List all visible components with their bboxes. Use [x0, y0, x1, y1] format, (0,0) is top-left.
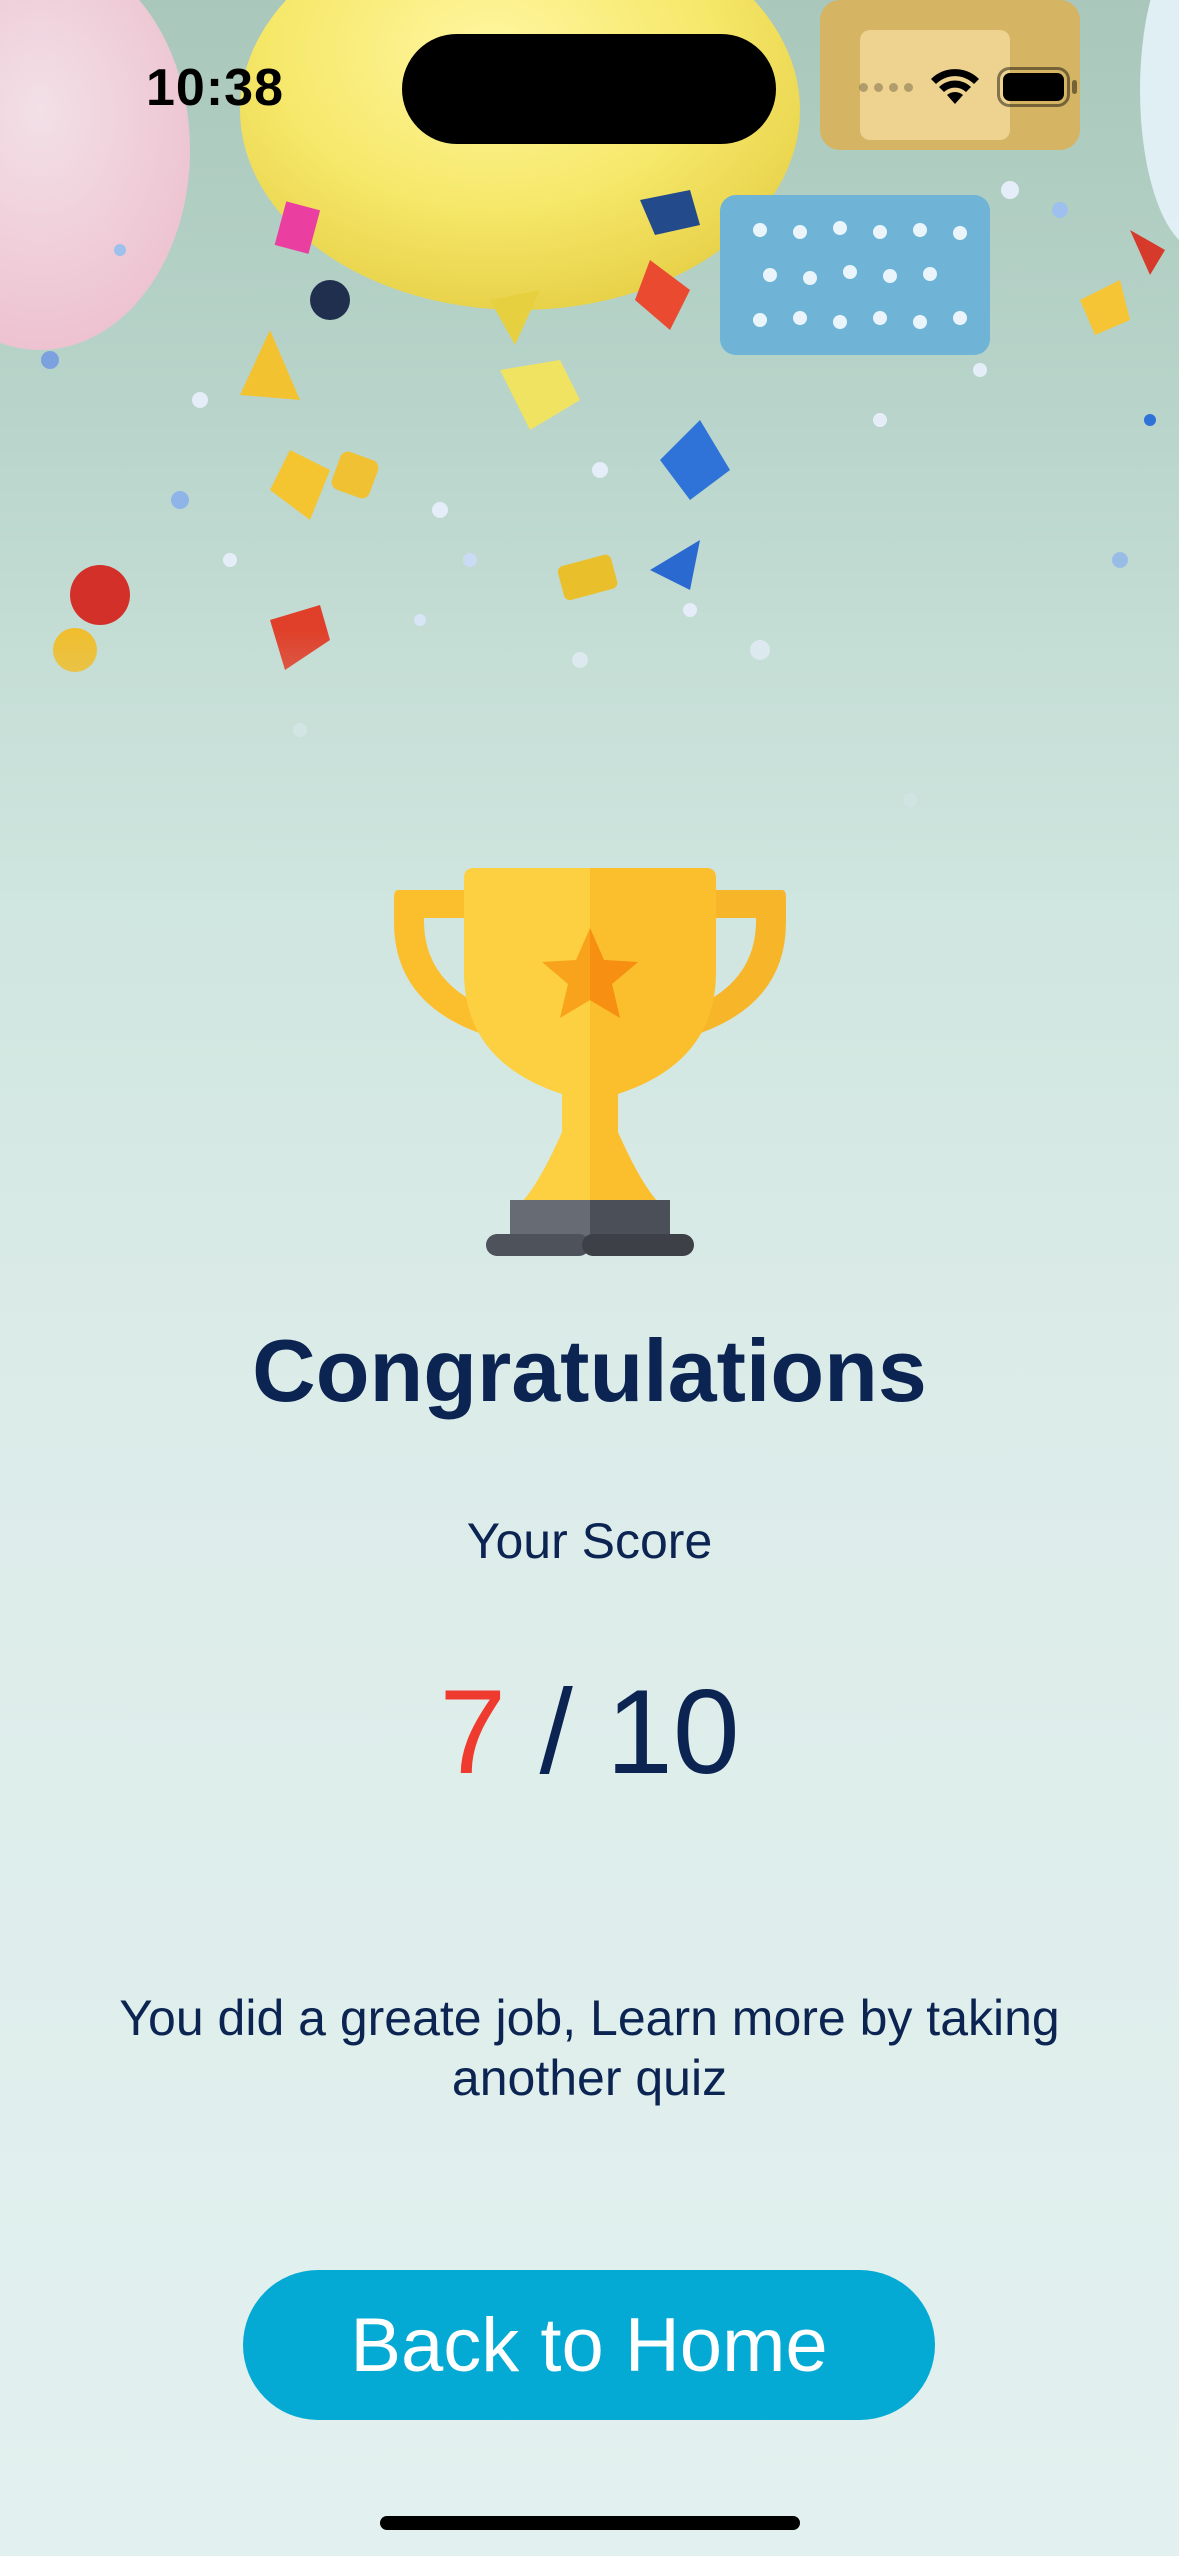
home-indicator[interactable] [380, 2516, 800, 2530]
score-earned: 7 [439, 1665, 507, 1799]
quiz-result-screen: 10:38 Congratulations Your Score 7 / 10 … [0, 0, 1179, 2556]
dynamic-island [402, 34, 776, 144]
score-label: Your Score [466, 1513, 713, 1569]
score-total: 10 [606, 1665, 740, 1799]
score-separator: / [506, 1665, 607, 1799]
congratulations-title: Congratulations [252, 1321, 927, 1420]
status-icons [859, 62, 1079, 112]
score-display: 7 / 10 [0, 1672, 1179, 1792]
wifi-icon [931, 69, 979, 104]
status-time: 10:38 [146, 59, 284, 117]
encouragement-message: You did a greate job, Learn more by taki… [119, 1990, 1060, 2106]
status-bar: 10:38 [0, 0, 1179, 160]
trophy-icon [394, 868, 786, 1256]
battery-icon [997, 67, 1077, 107]
back-to-home-label: Back to Home [350, 2302, 828, 2388]
signal-dots-icon [859, 82, 913, 92]
back-to-home-button[interactable]: Back to Home [243, 2270, 935, 2420]
